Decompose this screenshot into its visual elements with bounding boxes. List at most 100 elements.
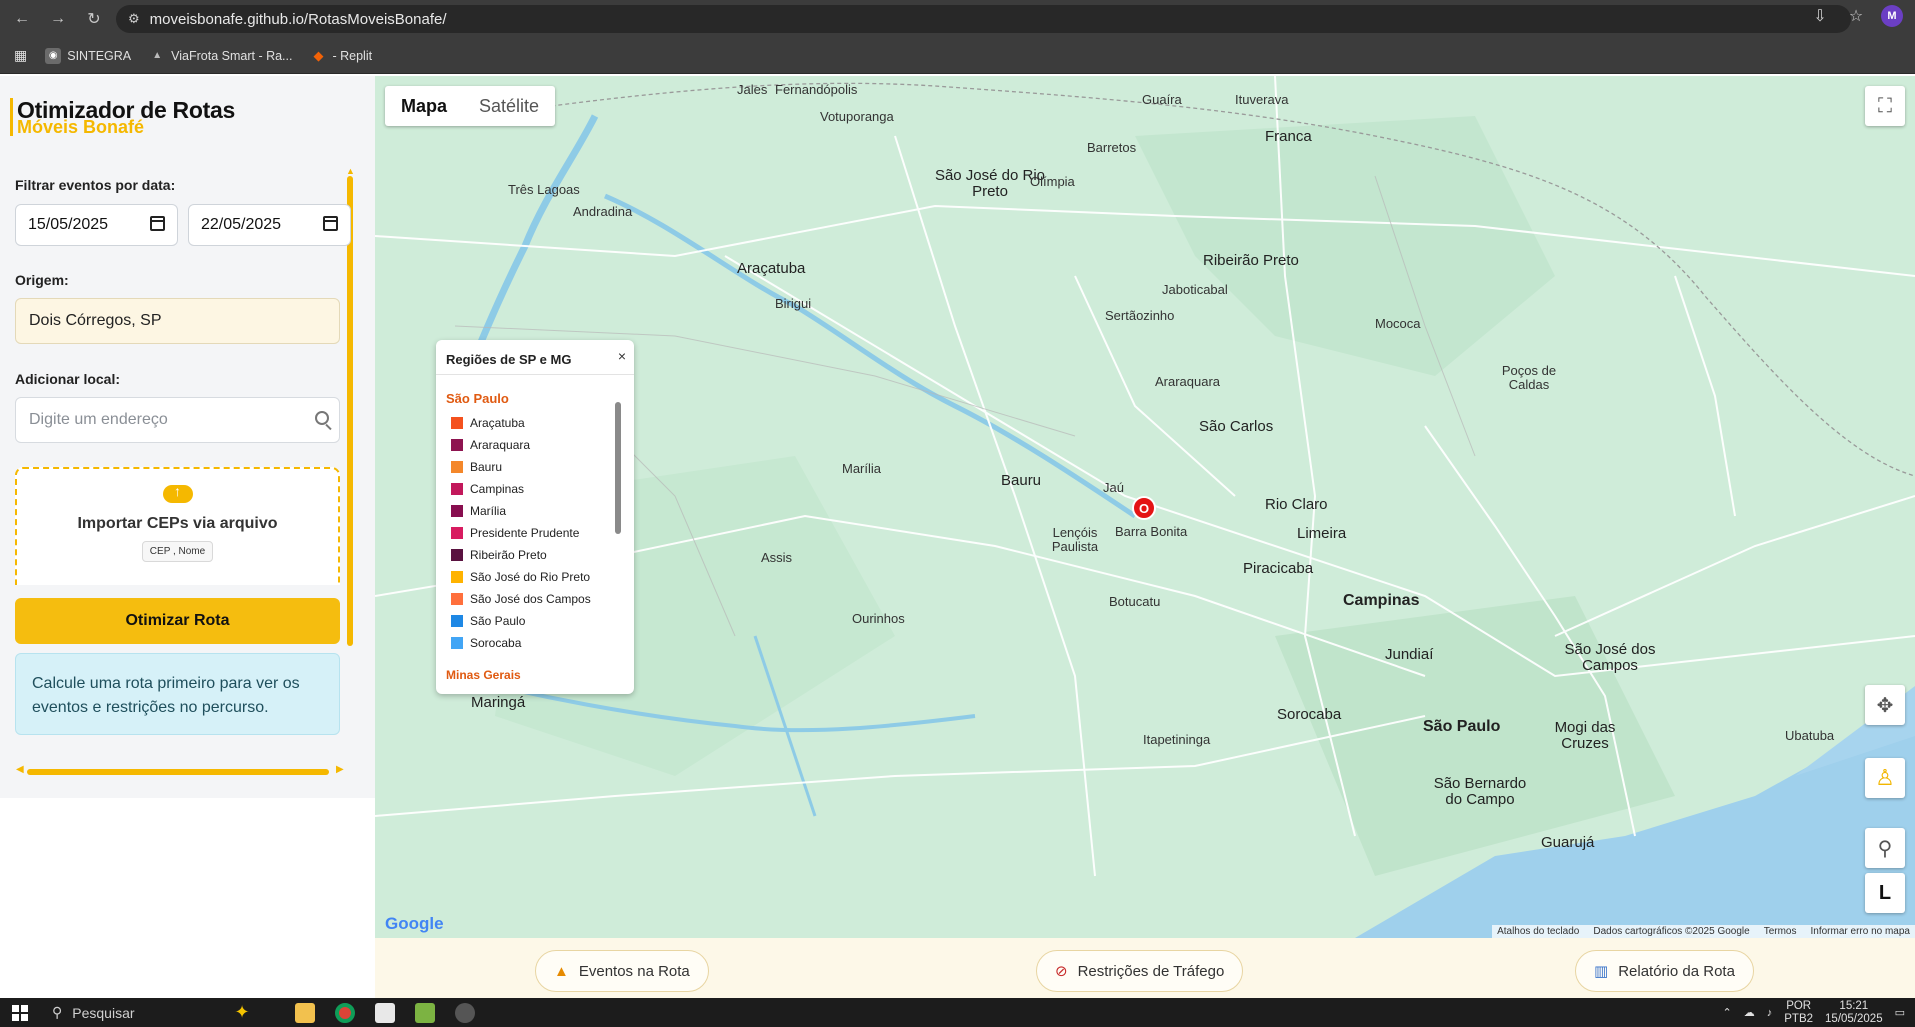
terms-link[interactable]: Termos [1764,926,1797,937]
network-icon[interactable]: ☁ [1744,1006,1755,1019]
legend-swatch [451,637,463,649]
scroll-left-arrow-icon[interactable]: ◀ [16,764,24,775]
bookmarks-bar: ▦ ◉ SINTEGRA ▲ ViaFrota Smart - Ra... ◆ … [0,38,1915,74]
sintegra-app-icon[interactable] [365,999,405,1027]
legend-item: Presidente Prudente [451,522,634,544]
city-label: Sertãozinho [1105,308,1175,323]
import-title: Importar CEPs via arquivo [77,515,278,532]
legend-item: São José do Rio Preto [451,566,634,588]
volume-icon[interactable]: ♪ [1767,1007,1773,1019]
traffic-cone-icon: ▲ [554,962,569,980]
city-label: Três Lagoas [508,182,580,197]
bookmark-replit[interactable]: ◆ - Replit [310,48,372,64]
legend-list: Araçatuba Araraquara Bauru Campinas Marília P… [436,412,634,654]
reload-icon[interactable]: ↻ [80,5,108,33]
restrictions-button[interactable]: ⊘ Restrições de Tráfego [1036,950,1244,992]
search-icon: ⚲ [52,1004,63,1020]
language-indicator[interactable]: POR PTB2 [1784,1000,1813,1026]
l-button[interactable]: L [1865,873,1905,913]
profile-avatar[interactable]: M [1881,5,1903,27]
calendar-icon[interactable] [323,216,338,231]
scroll-right-arrow-icon[interactable]: ▶ [336,764,344,775]
camera-control-icon[interactable]: ✥ [1865,685,1905,725]
pegman-icon[interactable]: ♙ [1865,758,1905,798]
date-end-value: 22/05/2025 [201,216,282,233]
legend-item: Campinas [451,478,634,500]
cloud-upload-icon [162,483,193,503]
legend-label: Sorocaba [470,636,522,650]
install-app-icon[interactable]: ⇩ [1809,6,1831,26]
back-arrow-icon[interactable]: ← [8,5,36,33]
app-icon[interactable] [445,999,485,1027]
city-label: Limeira [1297,525,1347,542]
search-icon[interactable] [315,411,329,425]
scroll-up-arrow-icon[interactable]: ▲ [346,166,355,176]
horizontal-scrollbar[interactable] [27,769,329,775]
legend-group-sp: São Paulo [446,391,509,406]
map-attribution: Atalhos do teclado Dados cartográficos ©… [1492,925,1915,938]
keyboard-shortcuts-link[interactable]: Atalhos do teclado [1497,926,1579,937]
legend-swatch [451,461,463,473]
city-label: Campinas [1343,592,1420,609]
bookmark-sintegra[interactable]: ◉ SINTEGRA [45,47,131,64]
start-button[interactable] [0,1004,40,1021]
legend-swatch [451,549,463,561]
city-label: Ubatuba [1785,728,1835,743]
legend-label: Ribeirão Preto [470,548,547,562]
city-label: Rio Claro [1265,496,1328,513]
close-icon[interactable]: × [618,348,626,364]
address-bar[interactable]: ⚙ moveisbonafe.github.io/RotasMoveisBona… [116,5,1851,33]
vertical-scrollbar[interactable] [347,176,353,646]
clock[interactable]: 15:21 15/05/2025 [1825,1000,1883,1026]
events-button[interactable]: ▲ Eventos na Rota [535,950,709,992]
apps-grid-icon[interactable]: ▦ [14,47,27,64]
legend-swatch [451,615,463,627]
report-button[interactable]: ▥ Relatório da Rota [1575,950,1754,992]
legend-label: Araraquara [470,438,531,452]
clock-time: 15:21 [1839,999,1869,1012]
fullscreen-icon[interactable]: ⛶ [1865,86,1905,126]
forward-arrow-icon[interactable]: → [44,5,72,33]
date-filter-label: Filtrar eventos por data: [15,177,176,193]
bookmark-star-icon[interactable]: ☆ [1845,6,1867,26]
city-label: Itapetininga [1143,732,1211,747]
bookmark-viafrota[interactable]: ▲ ViaFrota Smart - Ra... [149,48,292,64]
legend-swatch [451,505,463,517]
city-label: Araçatuba [737,260,806,277]
optimize-route-button[interactable]: Otimizar Rota [15,598,340,644]
location-pin-icon[interactable]: ⚲ [1865,828,1905,868]
legend-scrollbar[interactable] [615,402,621,534]
legend-label: São Paulo [470,614,526,628]
file-explorer-icon[interactable] [285,999,325,1027]
city-label: Assis [761,550,793,565]
car-icon: ▲ [152,50,163,61]
notifications-icon[interactable]: ▭ [1895,1006,1905,1019]
calendar-icon[interactable] [150,216,165,231]
taskbar-search[interactable]: ⚲ Pesquisar ✦ [40,1002,285,1023]
date-start-input[interactable]: 15/05/2025 [15,204,178,246]
map-type-control: Mapa Satélite [385,86,556,126]
chrome-icon[interactable] [325,999,365,1027]
city-label: Barretos [1087,140,1137,155]
origin-input[interactable]: Dois Córregos, SP [15,298,340,344]
city-label: Botucatu [1109,594,1161,609]
legend-label: Campinas [470,482,525,496]
map-type-map[interactable]: Mapa [385,86,463,126]
report-error-link[interactable]: Informar erro no mapa [1811,926,1911,937]
city-label: Maringá [471,694,526,711]
url-text[interactable]: moveisbonafe.github.io/RotasMoveisBonafe… [150,11,447,28]
origin-value: Dois Córregos, SP [29,312,162,329]
chevron-up-icon[interactable]: ⌃ [1723,1006,1732,1019]
address-search-input[interactable]: Digite um endereço [15,397,340,443]
site-info-icon[interactable]: ⚙ [128,11,140,27]
legend-group-mg: Minas Gerais [446,668,521,679]
clock-date: 15/05/2025 [1825,1012,1883,1025]
date-end-input[interactable]: 22/05/2025 [188,204,351,246]
map-type-satellite[interactable]: Satélite [463,86,555,126]
import-dropzone[interactable]: Importar CEPs via arquivo CEP , Nome [15,467,340,585]
bookmark-label: - Replit [332,48,373,63]
notepad-app-icon[interactable] [405,999,445,1027]
legend-item: Marília [451,500,634,522]
origin-marker[interactable]: O [1132,496,1156,520]
city-label: Sorocaba [1277,706,1342,723]
